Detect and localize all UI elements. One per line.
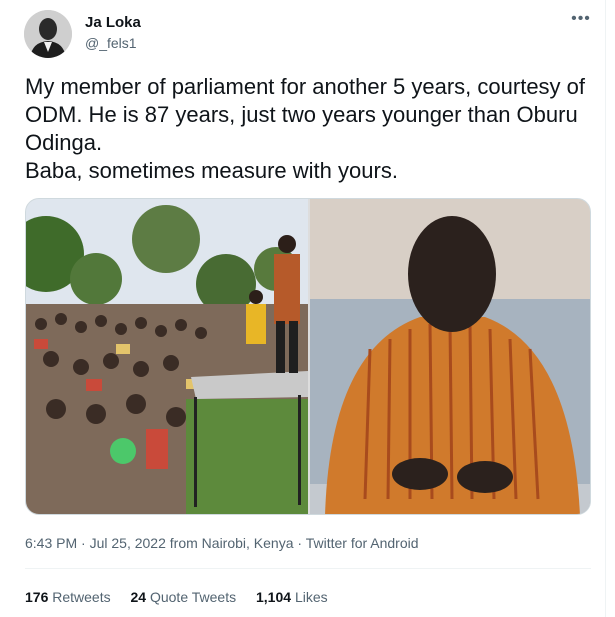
quote-tweets-stat[interactable]: 24 Quote Tweets (131, 588, 237, 606)
source-link[interactable]: Twitter for Android (306, 535, 419, 551)
meta-separator: · (77, 535, 90, 551)
author-name[interactable]: Ja Loka (85, 14, 141, 32)
author-handle[interactable]: @_fels1 (85, 34, 137, 52)
tweet-card: Ja Loka @_fels1 ••• My member of parliam… (0, 0, 615, 617)
column-border (605, 0, 606, 617)
tweet-meta: 6:43 PM · Jul 25, 2022 from Nairobi, Ken… (25, 534, 419, 552)
divider (25, 568, 591, 569)
timestamp-link[interactable]: 6:43 PM (25, 535, 77, 551)
retweets-label: Retweets (52, 589, 111, 605)
likes-count: 1,104 (256, 589, 292, 605)
meta-separator: · (293, 535, 306, 551)
engagement-stats: 176 Retweets 24 Quote Tweets 1,104 Likes (25, 588, 344, 606)
more-options-icon[interactable]: ••• (569, 11, 593, 32)
tweet-text: My member of parliament for another 5 ye… (25, 74, 586, 183)
media-grid[interactable] (25, 198, 591, 515)
avatar[interactable] (24, 10, 72, 58)
retweets-stat[interactable]: 176 Retweets (25, 588, 111, 606)
photo-seated-man[interactable] (310, 199, 590, 514)
quote-tweets-label: Quote Tweets (149, 589, 237, 605)
likes-stat[interactable]: 1,104 Likes (256, 588, 328, 606)
retweets-count: 176 (25, 589, 49, 605)
date-link[interactable]: Jul 25, 2022 (90, 535, 166, 551)
quote-tweets-count: 24 (130, 589, 147, 605)
photo-crowd-rally[interactable] (26, 199, 308, 514)
location-text: from Nairobi, Kenya (165, 535, 294, 551)
likes-label: Likes (294, 589, 328, 605)
